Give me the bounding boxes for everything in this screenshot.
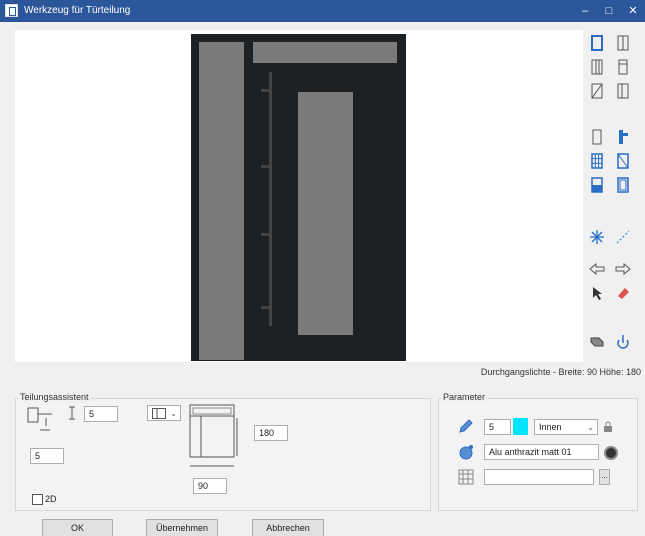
2d-checkbox-label: 2D xyxy=(45,494,57,504)
lock-icon[interactable] xyxy=(603,421,613,433)
rotate-icon[interactable] xyxy=(614,332,632,350)
door-leaf-icon[interactable] xyxy=(614,58,632,76)
surface-icon xyxy=(458,469,474,485)
door-sidelight-panel xyxy=(199,42,244,360)
pen-thickness-input[interactable]: 5 xyxy=(484,419,511,435)
door-handle-bar xyxy=(269,72,272,326)
height-arrows-icon xyxy=(67,406,77,420)
offset-input[interactable]: 5 xyxy=(30,448,64,464)
side-select-value: Innen xyxy=(539,422,562,432)
panel-icon[interactable] xyxy=(614,176,632,194)
door-preview-canvas[interactable] xyxy=(15,30,583,362)
material-icon xyxy=(458,444,474,460)
minimize-button[interactable]: – xyxy=(573,0,597,22)
teilungsassistent-label: Teilungsassistent xyxy=(18,392,91,402)
pointer-icon[interactable] xyxy=(588,284,606,302)
apply-button[interactable]: Übernehmen xyxy=(146,519,218,536)
profile-dimension-icon xyxy=(26,404,56,436)
dimension-line-icon[interactable] xyxy=(614,228,632,246)
surface-input[interactable] xyxy=(484,469,594,485)
grid-split-icon[interactable] xyxy=(588,152,606,170)
title-bar: Werkzeug für Türteilung – □ ✕ xyxy=(0,0,645,22)
bottom-panel-icon[interactable] xyxy=(588,176,606,194)
diagonal-split-icon[interactable] xyxy=(588,82,606,100)
handle-mount xyxy=(261,165,271,168)
2d-checkbox[interactable] xyxy=(32,494,43,505)
side-select[interactable]: Innen ⌄ xyxy=(534,419,598,435)
right-toolbar xyxy=(586,30,641,362)
arrow-right-icon[interactable] xyxy=(614,260,632,278)
cancel-button[interactable]: Abbrechen xyxy=(252,519,324,536)
handle-icon[interactable] xyxy=(614,128,632,146)
close-button[interactable]: ✕ xyxy=(621,0,645,22)
glass-diagonal-icon[interactable] xyxy=(614,152,632,170)
door-swing-icon[interactable] xyxy=(614,82,632,100)
chevron-down-icon: ⌄ xyxy=(587,423,594,432)
maximize-button[interactable]: □ xyxy=(597,0,621,22)
split-frame-icon[interactable] xyxy=(614,34,632,52)
clear-opening-dimensions: Durchgangslichte - Breite: 90 Höhe: 180 xyxy=(480,367,641,377)
snowflake-icon[interactable] xyxy=(588,228,606,246)
door-outline-icon[interactable] xyxy=(588,128,606,146)
door-glass-panel xyxy=(298,92,353,335)
handle-mount xyxy=(261,89,271,92)
vertical-split-icon[interactable] xyxy=(588,58,606,76)
handle-mount xyxy=(261,306,271,309)
arrow-left-icon[interactable] xyxy=(588,260,606,278)
eraser-icon[interactable] xyxy=(614,284,632,302)
color-swatch[interactable] xyxy=(513,418,528,435)
frame-icon[interactable] xyxy=(588,34,606,52)
parameter-label: Parameter xyxy=(441,392,488,402)
handle-mount xyxy=(261,233,271,236)
profile-width-input[interactable]: 5 xyxy=(84,406,118,422)
material-input[interactable]: Alu anthrazit matt 01 xyxy=(484,444,599,460)
window-title: Werkzeug für Türteilung xyxy=(24,5,131,16)
split-preview-diagram xyxy=(189,404,239,470)
app-icon xyxy=(5,4,18,17)
material-picker-button[interactable] xyxy=(604,446,618,460)
browse-button[interactable]: ... xyxy=(599,469,610,485)
ok-button[interactable]: OK xyxy=(42,519,113,536)
door-transom-panel xyxy=(253,42,397,63)
door-drawing xyxy=(191,34,406,361)
3d-box-icon[interactable] xyxy=(588,332,606,350)
layout-selector[interactable]: ⌄ xyxy=(147,405,181,421)
split-width-input[interactable]: 90 xyxy=(193,478,227,494)
split-height-input[interactable]: 180 xyxy=(254,425,288,441)
chevron-down-icon: ⌄ xyxy=(170,409,177,418)
pen-icon xyxy=(458,418,474,434)
